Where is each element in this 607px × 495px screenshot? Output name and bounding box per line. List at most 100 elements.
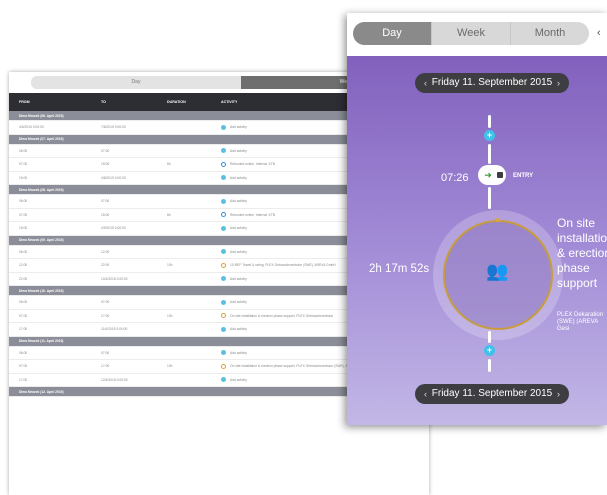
activity-text: Add activity bbox=[230, 125, 247, 130]
to-cell: 12:00 bbox=[101, 249, 110, 254]
from-cell: 12:00 bbox=[19, 263, 28, 268]
to-cell: 4/9/2015 0:00:00 bbox=[101, 226, 126, 231]
activity-project-line: (SWE) (AREVA Gesi bbox=[557, 319, 598, 332]
to-cell: 10/4/2015 0:00:00 bbox=[101, 276, 128, 281]
activity-text: Add activity bbox=[230, 199, 247, 204]
entry-time: 07:26 bbox=[441, 172, 469, 184]
column-header-to: TO bbox=[101, 100, 106, 104]
to-cell: 12/4/2015 0:00:00 bbox=[101, 377, 128, 382]
activity-text: Add activity bbox=[230, 249, 247, 254]
to-cell: 15:00 bbox=[101, 212, 110, 217]
timeline-segment bbox=[488, 115, 491, 128]
to-cell: 07:00 bbox=[101, 199, 110, 204]
next-day-button[interactable]: › bbox=[557, 73, 560, 93]
activity-status-icon bbox=[221, 212, 226, 218]
add-activity-button-bottom[interactable]: + bbox=[484, 345, 495, 356]
date-label-top: Friday 11. September 2015 bbox=[431, 77, 553, 88]
entry-door-icon: ➜ bbox=[482, 169, 494, 181]
activity-project-line: PLEX Dekaration bbox=[557, 312, 604, 318]
group-label: Dima Mrozek (11. April 2015) bbox=[19, 339, 64, 343]
add-activity-button-top[interactable]: + bbox=[484, 130, 495, 141]
to-cell: 4/8/2015 0:00:00 bbox=[101, 175, 126, 180]
from-cell: 4/6/2015 0:00:00 bbox=[19, 125, 44, 130]
to-cell: 07:00 bbox=[101, 300, 110, 305]
duration-cell: 10h bbox=[167, 313, 173, 318]
to-cell: 17:00 bbox=[101, 364, 110, 369]
column-header-duration: DURATION bbox=[167, 100, 186, 104]
timeline-segment bbox=[488, 144, 491, 164]
from-cell: 06:00 bbox=[19, 199, 28, 204]
group-label: Dima Mrozek (09. April 2015) bbox=[19, 238, 64, 242]
previous-day-button[interactable]: ‹ bbox=[424, 384, 427, 404]
activity-text: On site installation & erection phase su… bbox=[230, 313, 334, 318]
add-activity-icon bbox=[221, 198, 226, 204]
activity-text: Rebooted online, Internal, KTB bbox=[230, 212, 276, 217]
add-activity-icon bbox=[221, 276, 226, 282]
to-cell: 22:00 bbox=[101, 263, 110, 268]
activity-text: Add activity bbox=[230, 327, 247, 332]
duration-cell: 10h bbox=[167, 364, 173, 369]
add-activity-icon bbox=[221, 124, 226, 130]
to-cell: 07:00 bbox=[101, 148, 110, 153]
more-chevron-icon[interactable]: ‹ bbox=[597, 27, 601, 39]
timeline-segment bbox=[488, 359, 491, 372]
from-cell: 06:00 bbox=[19, 300, 28, 305]
to-cell: 7/6/2015 0:00:00 bbox=[101, 125, 126, 130]
tab-month[interactable]: Month bbox=[510, 22, 589, 45]
activity-text: Add activity bbox=[230, 350, 247, 355]
activity-status-icon bbox=[221, 161, 226, 167]
to-cell: 15:00 bbox=[101, 162, 110, 167]
entry-marker[interactable]: ➜ bbox=[478, 165, 506, 185]
group-label: Dima Mrozek (10. April 2015) bbox=[19, 288, 64, 293]
screenshot-composite: Day Week FROM TO DURATION ACTIVITY Dima … bbox=[0, 0, 607, 495]
date-navigator-top: ‹ Friday 11. September 2015 › bbox=[415, 73, 569, 93]
from-cell: 07:00 bbox=[19, 364, 28, 369]
add-activity-icon bbox=[221, 225, 226, 231]
add-activity-icon bbox=[221, 326, 226, 332]
group-label: Dima Mrozek (08. April 2015) bbox=[19, 187, 64, 192]
tab-day[interactable]: Day bbox=[31, 76, 241, 89]
activity-line: phase bbox=[557, 261, 590, 275]
timeline-segment bbox=[488, 187, 491, 209]
from-cell: 17:00 bbox=[19, 377, 28, 382]
activity-line: installation bbox=[557, 231, 607, 245]
activity-text: Rebooted online, Internal, KTB bbox=[230, 162, 276, 167]
add-activity-icon bbox=[221, 350, 226, 356]
column-header-from: FROM bbox=[19, 100, 30, 104]
ring-progress-marker bbox=[496, 218, 500, 222]
group-label: Dima Mrozek (07. April 2015) bbox=[19, 137, 64, 141]
people-icon: 👥 bbox=[486, 261, 509, 281]
activity-text: Add activity bbox=[230, 276, 247, 281]
next-day-button[interactable]: › bbox=[557, 384, 560, 404]
activity-text: Add activity bbox=[230, 226, 247, 231]
elapsed-duration: 2h 17m 52s bbox=[369, 263, 430, 275]
from-cell: 06:00 bbox=[19, 350, 28, 355]
activity-line: support bbox=[557, 276, 598, 290]
activity-status-icon bbox=[221, 363, 226, 369]
from-cell: 07:00 bbox=[19, 212, 28, 217]
tab-week[interactable]: Week bbox=[431, 22, 510, 45]
to-cell: 07:00 bbox=[101, 350, 110, 355]
activity-line: & erection bbox=[557, 246, 607, 260]
group-label: Dima Mrozek (12. April 2015) bbox=[19, 389, 64, 394]
top-bar: Day Week Month ‹ bbox=[347, 13, 607, 56]
activity-status-icon bbox=[221, 262, 226, 268]
previous-day-button[interactable]: ‹ bbox=[424, 73, 427, 93]
from-cell: 15:00 bbox=[19, 226, 28, 231]
group-label: Dima Mrozek (06. April 2015) bbox=[19, 113, 64, 118]
date-navigator-bottom: ‹ Friday 11. September 2015 › bbox=[415, 384, 569, 404]
add-activity-icon bbox=[221, 148, 226, 154]
add-activity-icon bbox=[221, 299, 226, 305]
from-cell: 07:00 bbox=[19, 162, 28, 167]
activity-text: Add activity bbox=[230, 175, 247, 180]
activity-text: 10-REF Travel & rating, PLEX Gebrauchsre… bbox=[230, 263, 336, 268]
add-activity-icon bbox=[221, 175, 226, 181]
tab-day[interactable]: Day bbox=[353, 22, 431, 45]
timeline-segment bbox=[488, 331, 491, 343]
from-cell: 17:00 bbox=[19, 327, 28, 332]
activity-name: On site installation & erection phase su… bbox=[557, 216, 607, 291]
from-cell: 06:00 bbox=[19, 148, 28, 153]
from-cell: 15:00 bbox=[19, 175, 28, 180]
mobile-day-view: Day Week Month ‹ ‹ Friday 11. September … bbox=[347, 13, 607, 425]
activity-project: PLEX Dekaration (SWE) (AREVA Gesi bbox=[557, 312, 607, 333]
